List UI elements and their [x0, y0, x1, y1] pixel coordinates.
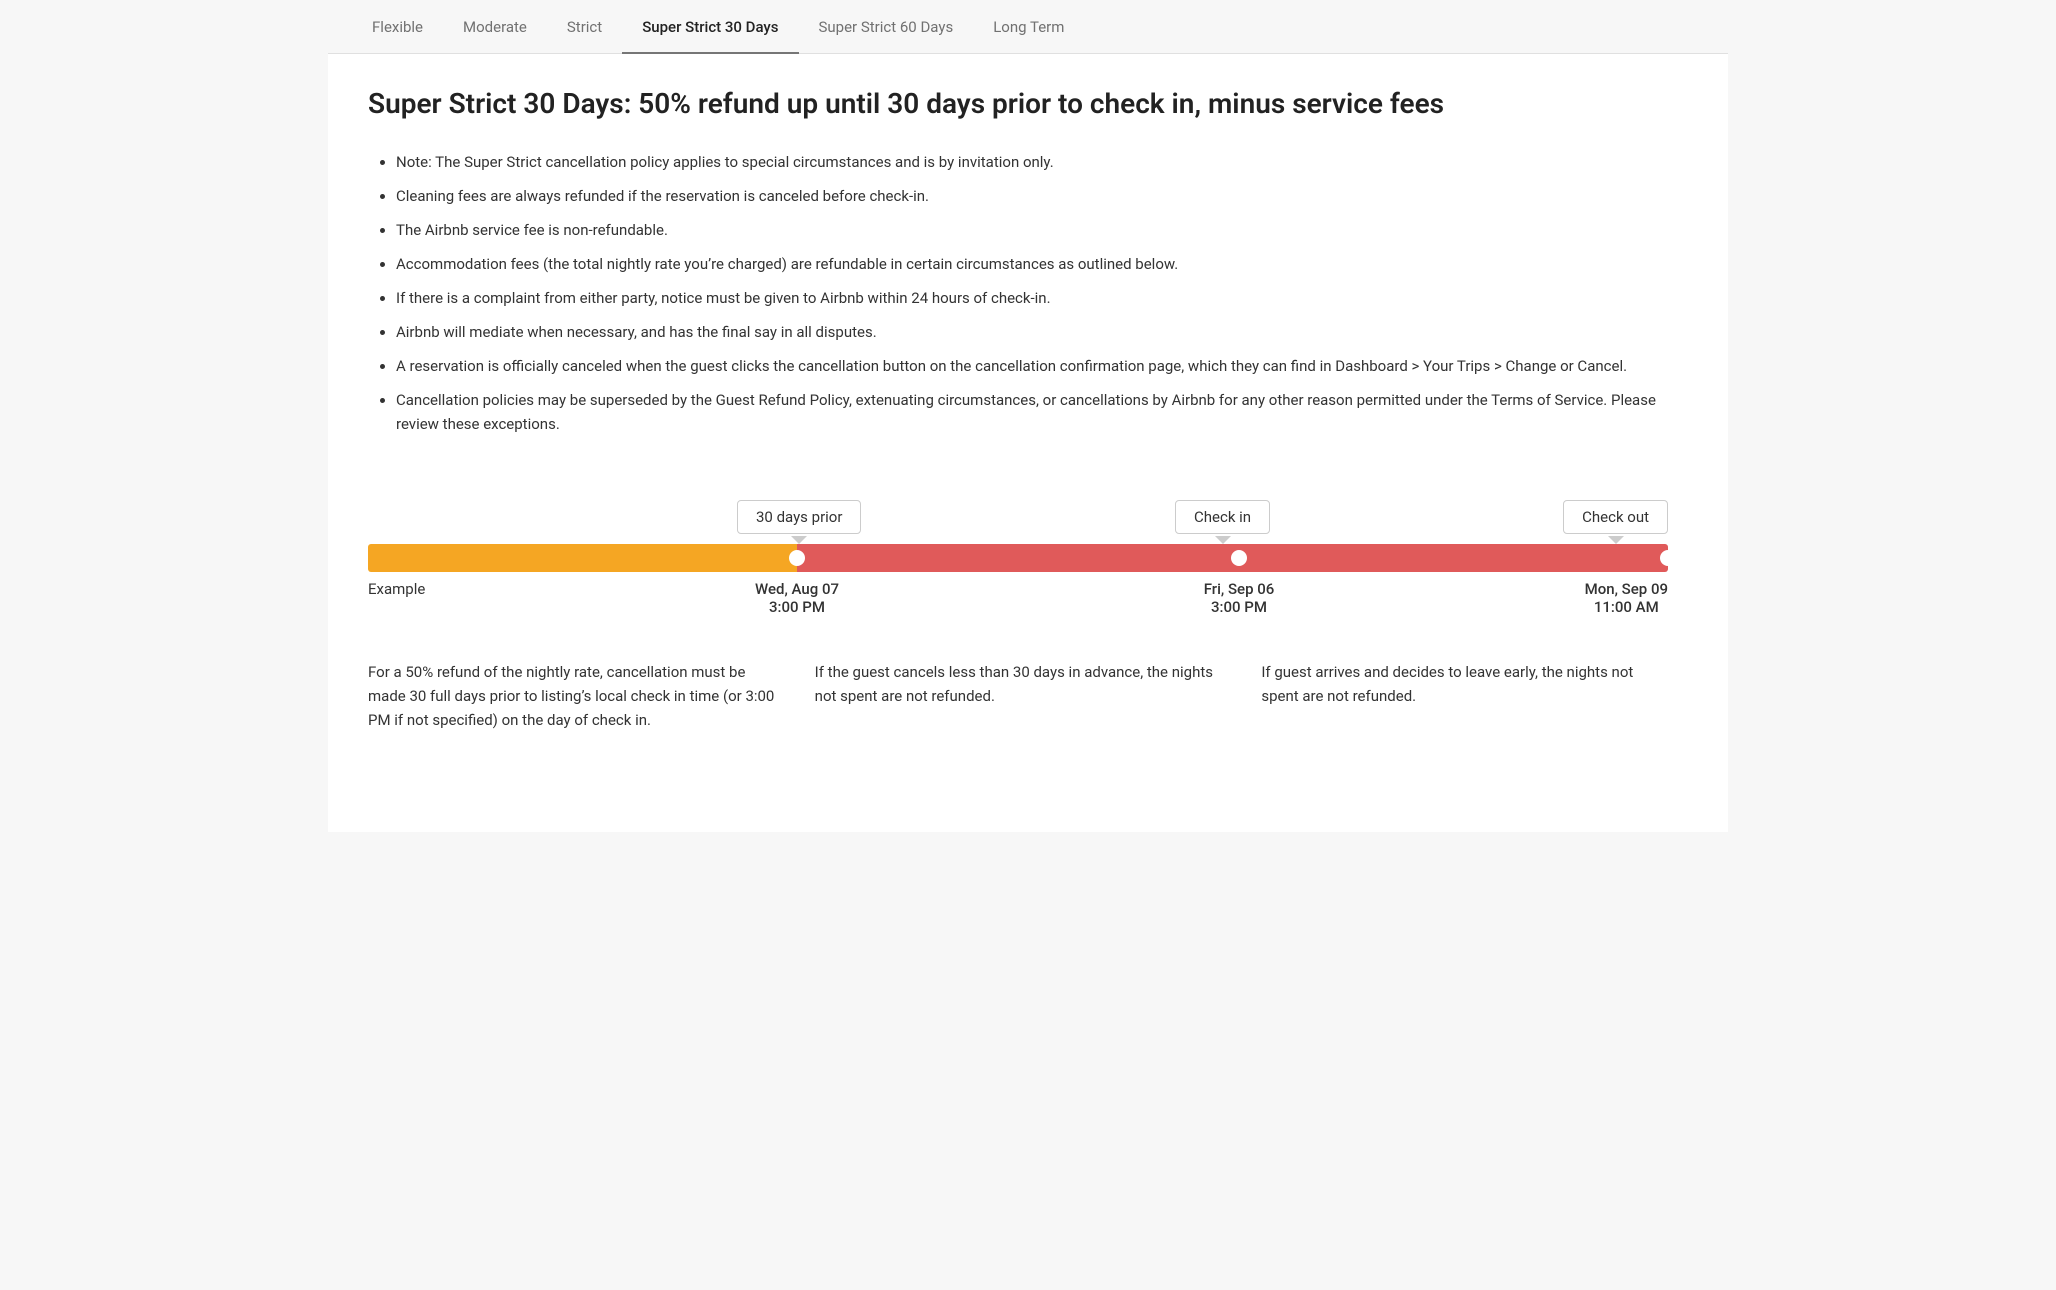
bullet-item: Accommodation fees (the total nightly ra… [396, 252, 1668, 276]
bar-segment-yellow [368, 544, 797, 572]
label-30-days-box: 30 days prior [737, 500, 861, 534]
policy-bullet-list: Note: The Super Strict cancellation poli… [368, 150, 1668, 436]
date1-line1: Wed, Aug 07 [755, 580, 839, 598]
dot-checkin [1231, 550, 1247, 566]
date-block-2: Fri, Sep 06 3:00 PM [1204, 580, 1275, 616]
date2-line2: 3:00 PM [1211, 598, 1267, 616]
tab-flexible[interactable]: Flexible [352, 0, 443, 54]
arrow-checkin [1215, 536, 1231, 544]
dates-container: Example Wed, Aug 07 3:00 PM Fri, Sep 06 … [368, 580, 1668, 628]
bullet-item: The Airbnb service fee is non-refundable… [396, 218, 1668, 242]
date2-line1: Fri, Sep 06 [1204, 580, 1275, 598]
dot-checkout [1660, 550, 1676, 566]
date3-line2: 11:00 AM [1594, 598, 1659, 616]
tab-long-term[interactable]: Long Term [973, 0, 1084, 54]
arrow-checkout [1608, 536, 1624, 544]
bullet-item: Airbnb will mediate when necessary, and … [396, 320, 1668, 344]
label-checkin: Check in [1175, 500, 1270, 544]
example-label: Example [368, 580, 425, 598]
bullet-item: Note: The Super Strict cancellation poli… [396, 150, 1668, 174]
timeline-section: 30 days prior Check in Check out [368, 484, 1668, 732]
bullet-item: If there is a complaint from either part… [396, 286, 1668, 310]
desc-col-3: If guest arrives and decides to leave ea… [1261, 660, 1668, 732]
label-checkin-box: Check in [1175, 500, 1270, 534]
tab-super-strict-60[interactable]: Super Strict 60 Days [799, 0, 974, 54]
label-checkout: Check out [1563, 500, 1668, 544]
tab-moderate[interactable]: Moderate [443, 0, 547, 54]
timeline-label-row: 30 days prior Check in Check out [368, 484, 1668, 544]
label-checkout-box: Check out [1563, 500, 1668, 534]
page-container: Flexible Moderate Strict Super Strict 30… [328, 0, 1728, 832]
label-30-days-prior: 30 days prior [737, 500, 861, 544]
descriptions-row: For a 50% refund of the nightly rate, ca… [368, 660, 1668, 732]
tab-super-strict-30[interactable]: Super Strict 30 Days [622, 0, 798, 54]
tab-strict[interactable]: Strict [547, 0, 622, 54]
date1-line2: 3:00 PM [769, 598, 825, 616]
bullet-item: Cancellation policies may be superseded … [396, 388, 1668, 436]
arrow-30-days [791, 536, 807, 544]
bullet-item: A reservation is officially canceled whe… [396, 354, 1668, 378]
desc-col-1: For a 50% refund of the nightly rate, ca… [368, 660, 815, 732]
desc-text-3: If guest arrives and decides to leave ea… [1261, 660, 1668, 708]
tabs-bar: Flexible Moderate Strict Super Strict 30… [328, 0, 1728, 54]
date-block-1: Wed, Aug 07 3:00 PM [755, 580, 839, 616]
bullet-item: Cleaning fees are always refunded if the… [396, 184, 1668, 208]
timeline-bar [368, 544, 1668, 572]
desc-text-2: If the guest cancels less than 30 days i… [815, 660, 1222, 708]
page-title: Super Strict 30 Days: 50% refund up unti… [368, 86, 1668, 122]
bar-full [368, 544, 1668, 572]
date-block-3: Mon, Sep 09 11:00 AM [1585, 580, 1668, 616]
date3-line1: Mon, Sep 09 [1585, 580, 1668, 598]
dot-30-days [789, 550, 805, 566]
desc-col-2: If the guest cancels less than 30 days i… [815, 660, 1262, 732]
desc-text-1: For a 50% refund of the nightly rate, ca… [368, 660, 775, 732]
main-content: Super Strict 30 Days: 50% refund up unti… [328, 54, 1708, 832]
